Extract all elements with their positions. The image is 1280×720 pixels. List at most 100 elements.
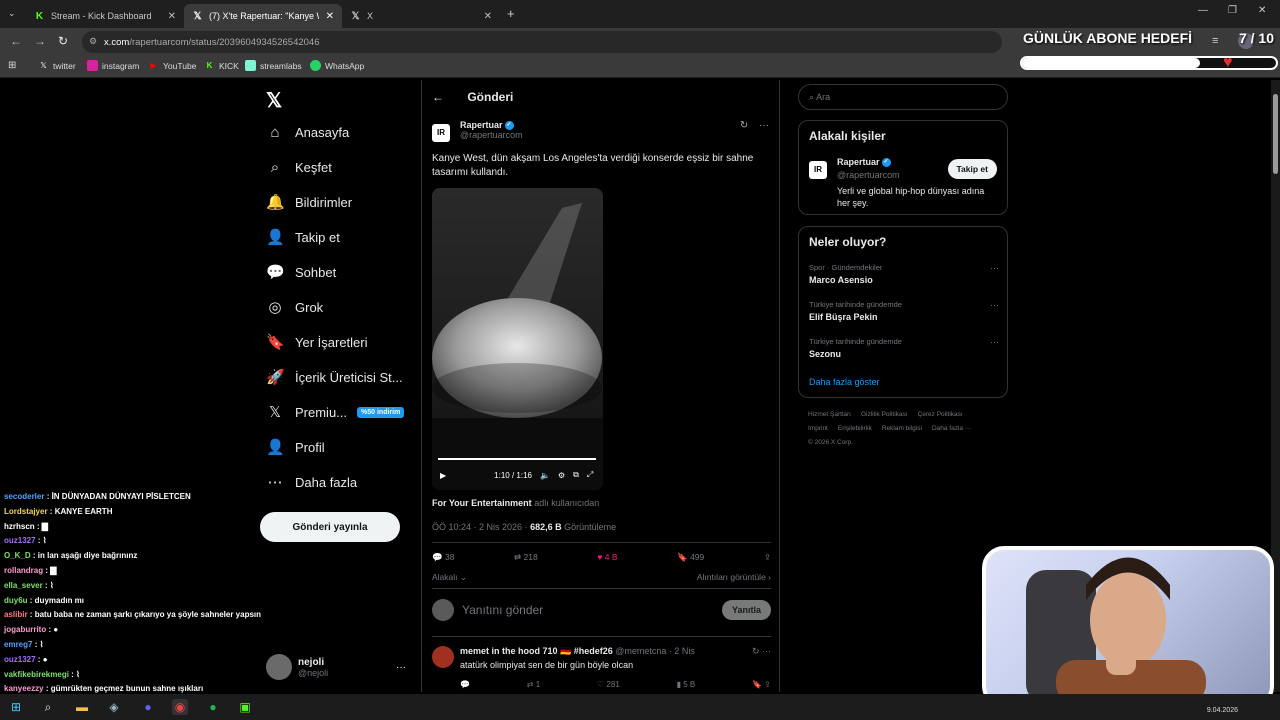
views-button[interactable]: ▮ 5 B (677, 680, 696, 689)
fullscreen-icon[interactable]: ⤢ (587, 470, 593, 480)
footer-link[interactable]: Gizlilik Politikası (861, 411, 908, 418)
search-icon[interactable]: ⌕ (40, 699, 56, 715)
like-button[interactable]: ♡ 281 (597, 680, 620, 689)
tab-kick-dashboard[interactable]: K Stream - Kick Dashboard ✕ (26, 4, 184, 28)
nav-item-rocket[interactable]: 🚀 İçerik Üreticisi St... (266, 361, 403, 393)
share-icon[interactable]: ⇪ (764, 552, 771, 563)
like-button[interactable]: ♥ 4 B (597, 552, 617, 563)
author-name[interactable]: Rapertuar (460, 120, 503, 130)
app-icon[interactable]: ▣ (237, 699, 253, 715)
nav-item-search[interactable]: ⌕ Keşfet (266, 151, 332, 183)
close-icon[interactable]: ✕ (484, 11, 492, 22)
apps-icon[interactable]: ⊞ (8, 60, 16, 71)
nav-item-home[interactable]: ⌂ Anasayfa (266, 116, 349, 148)
sort-dropdown[interactable]: Alakalı ⌄ (432, 572, 467, 582)
show-more-link[interactable]: Daha fazla göster (809, 377, 880, 387)
reply-submit-button[interactable]: Yanıtla (721, 600, 771, 620)
scrollbar-thumb[interactable] (1273, 94, 1278, 174)
file-explorer-icon[interactable]: ▬ (74, 699, 90, 715)
related-name-row[interactable]: Rapertuar ✓ (837, 157, 891, 168)
author-avatar[interactable]: IR (432, 124, 450, 142)
nav-item-grok[interactable]: ◎ Grok (266, 291, 323, 323)
trend-item[interactable]: Türkiye tarihinde gündemde Sezonu ··· (809, 337, 999, 359)
tab-x-rapertuar[interactable]: 𝕏 (7) X'te Rapertuar: "Kanye West ✕ (184, 4, 342, 28)
reply-input[interactable]: Yanıtını gönder (462, 603, 543, 617)
more-icon[interactable]: ··· (396, 662, 406, 673)
chrome-icon[interactable]: ◉ (172, 699, 188, 715)
reply-icon[interactable]: 💬 (460, 680, 470, 689)
nav-item-person-add[interactable]: 👤 Takip et (266, 221, 340, 253)
back-arrow-icon[interactable]: ← (432, 90, 444, 104)
tab-search-icon[interactable]: ⌄ (8, 8, 16, 19)
reply-button[interactable]: 💬 38 (432, 552, 454, 563)
windows-start-icon[interactable]: ⊞ (8, 699, 24, 715)
x-logo-icon[interactable]: 𝕏 (266, 88, 282, 113)
follow-button[interactable]: Takip et (947, 159, 997, 179)
nav-label: Yer İşaretleri (295, 334, 368, 350)
related-handle[interactable]: @rapertuarcom (837, 170, 900, 180)
close-icon[interactable]: ✕ (326, 11, 334, 22)
nav-item-bell[interactable]: 🔔 Bildirimler (266, 186, 352, 218)
nav-item-bookmark[interactable]: 🔖 Yer İşaretleri (266, 326, 368, 358)
bookmark-icon[interactable]: 🔖 ⇪ (752, 680, 771, 689)
audio-attribution[interactable]: For Your Entertainment adlı kullanıcıdan (432, 498, 599, 508)
spotify-icon[interactable]: ● (205, 699, 221, 715)
footer-link[interactable]: Imprint (808, 425, 828, 432)
play-icon[interactable]: ▶ (440, 471, 446, 480)
forward-icon[interactable]: → (34, 34, 46, 48)
chat-text: İN DÜNYADAN DÜNYAYI PİSLETCEN (51, 492, 191, 501)
bookmark-whatsapp[interactable]: WhatsApp (310, 60, 364, 71)
bookmark-twitter[interactable]: 𝕏twitter (38, 60, 75, 71)
discord-icon[interactable]: ● (140, 699, 156, 715)
app-icon[interactable]: ◈ (106, 699, 122, 715)
avatar[interactable]: IR (809, 161, 827, 179)
more-icon[interactable]: ··· (990, 300, 999, 310)
volume-icon[interactable]: 🔈 (540, 471, 550, 480)
avatar[interactable] (432, 646, 454, 668)
repost-button[interactable]: ⇄ 1 (527, 680, 540, 689)
bookmark-youtube[interactable]: ▶ YouTube (148, 60, 196, 71)
nav-item-profile[interactable]: 👤 Profil (266, 431, 325, 463)
footer-link[interactable]: Daha fazla ··· (932, 425, 971, 432)
bookmark-instagram[interactable]: instagram (87, 60, 139, 71)
back-icon[interactable]: ← (10, 34, 22, 48)
more-icon[interactable]: ··· (759, 120, 769, 131)
more-icon[interactable]: ↻ ··· (752, 646, 771, 657)
view-quotes-link[interactable]: Alıntıları görüntüle › (697, 572, 771, 582)
search-input[interactable]: ⌕ Ara (798, 84, 1008, 110)
repost-button[interactable]: ⇄ 218 (514, 552, 538, 563)
maximize-button[interactable]: ❐ (1228, 5, 1237, 16)
post-time[interactable]: ÖÖ 10:24 · 2 Nis 2026 · (432, 522, 528, 532)
reload-icon[interactable]: ↻ (58, 34, 68, 48)
grok-explain-icon[interactable]: ↻ (740, 120, 748, 131)
more-icon[interactable]: ··· (990, 263, 999, 273)
new-tab-button[interactable]: + (507, 6, 515, 21)
reply-author-name[interactable]: memet in the hood 710 🇩🇪 #hedef26 (460, 646, 613, 656)
tab-x[interactable]: 𝕏 X ✕ (342, 4, 500, 28)
footer-link[interactable]: Erişilebilirlik (838, 425, 872, 432)
footer-link[interactable]: Çerez Politikası (918, 411, 963, 418)
post-video[interactable]: ▶ 1:10 / 1:16 🔈 ⚙ ⧉ ⤢ (432, 188, 603, 490)
close-icon[interactable]: ✕ (168, 11, 176, 22)
minimize-button[interactable]: — (1198, 5, 1208, 16)
nav-item-chat[interactable]: 💬 Sohbet (266, 256, 336, 288)
footer-link[interactable]: Reklam bilgisi (882, 425, 922, 432)
settings-icon[interactable]: ⚙ (558, 471, 565, 480)
post-author[interactable]: IR Rapertuar ✓ @rapertuarcom (432, 120, 523, 142)
footer-link[interactable]: Hizmet Şartları (808, 411, 851, 418)
nav-label: Sohbet (295, 264, 337, 280)
trend-item[interactable]: Türkiye tarihinde gündemde Elif Büşra Pe… (809, 300, 999, 322)
nav-item-x-premium[interactable]: 𝕏 Premiu... %50 indirim (266, 396, 405, 428)
browser-tab-bar: ⌄ K Stream - Kick Dashboard ✕ 𝕏 (7) X'te… (0, 0, 1280, 28)
site-info-icon[interactable]: ⚙ (89, 36, 97, 47)
bookmark-button[interactable]: 🔖 499 (677, 552, 704, 563)
url-field[interactable]: ⚙ x.com/rapertuarcom/status/203960493452… (82, 31, 1002, 53)
bookmark-streamlabs[interactable]: streamlabs (245, 60, 302, 71)
more-icon[interactable]: ··· (990, 337, 999, 347)
close-window-button[interactable]: ✕ (1258, 5, 1266, 16)
trend-item[interactable]: Spor · Gündemdekiler Marco Asensio ··· (809, 263, 999, 285)
post-button[interactable]: Gönderi yayınla (260, 512, 400, 542)
pip-icon[interactable]: ⧉ (573, 470, 579, 480)
bookmark-kick[interactable]: K KICK (204, 60, 239, 71)
author-handle[interactable]: @rapertuarcom (460, 130, 523, 140)
